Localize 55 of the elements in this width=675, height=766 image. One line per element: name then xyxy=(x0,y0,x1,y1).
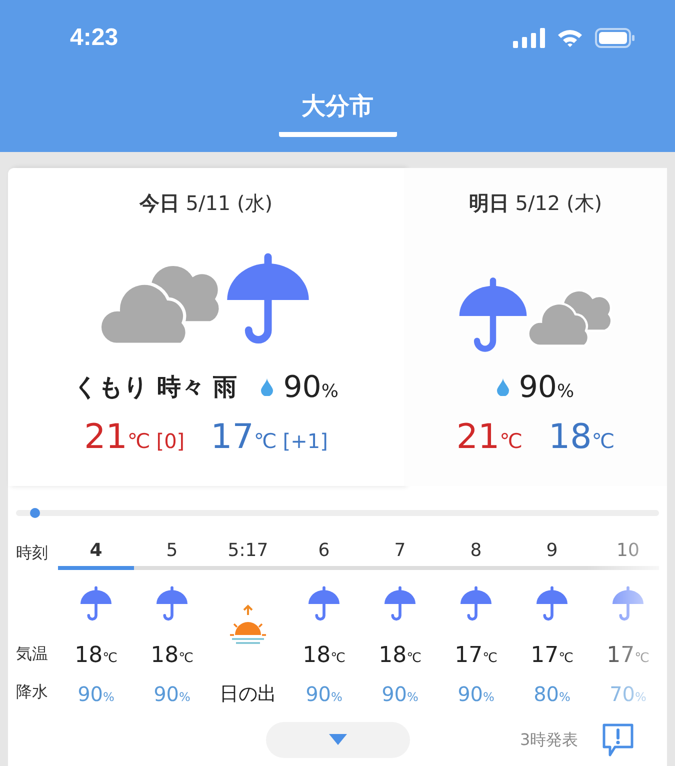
hour-temp: 17℃ xyxy=(454,642,498,670)
row-label: 降水 xyxy=(16,681,49,703)
hour-temp: 18℃ xyxy=(378,642,422,670)
low-diff: [+1] xyxy=(282,429,328,453)
high-temp: 21℃ xyxy=(456,417,522,457)
umbrella-icon xyxy=(383,586,417,622)
low-temp: 18℃ xyxy=(548,417,615,457)
slider-thumb[interactable] xyxy=(30,508,40,518)
weather-text: くもり 時々 雨 xyxy=(73,372,238,403)
hour-temp: 18℃ xyxy=(302,642,346,670)
signal-icon xyxy=(513,28,545,48)
hour-precip: 90% xyxy=(458,681,494,708)
rain-chance: 90% xyxy=(518,370,574,404)
hour-precip: 90% xyxy=(154,681,190,708)
hour-temp: 17℃ xyxy=(606,642,650,670)
timeline-slider[interactable] xyxy=(16,510,659,516)
hour-temp: 18℃ xyxy=(150,642,194,670)
raindrop-icon xyxy=(261,378,274,396)
hour-temp: 18℃ xyxy=(74,642,118,670)
hour-precip: 90% xyxy=(382,681,418,708)
hour-precip: 90% xyxy=(306,681,342,708)
feedback-icon[interactable] xyxy=(600,722,636,758)
row-label: 気温 xyxy=(16,643,49,665)
raindrop-icon xyxy=(496,378,509,396)
day-date: 今日 5/11 (水) xyxy=(139,190,273,217)
hour-precip: 80% xyxy=(534,681,570,708)
hour-tab[interactable]: 6 xyxy=(286,536,362,570)
hour-tab[interactable]: 5:17 xyxy=(210,536,286,570)
hour-precip: 70% xyxy=(610,681,646,708)
caret-icon xyxy=(329,734,347,746)
low-temp: 17℃ xyxy=(210,417,277,457)
umbrella-icon xyxy=(307,586,341,622)
umbrella-icon xyxy=(459,586,493,622)
battery-icon xyxy=(595,28,635,48)
wifi-icon xyxy=(557,28,583,48)
hour-tab[interactable]: 7 xyxy=(362,536,438,570)
hour-tab[interactable]: 8 xyxy=(438,536,514,570)
hour-temp: 17℃ xyxy=(530,642,574,670)
umbrella-icon xyxy=(535,586,569,622)
rain-chance: 90% xyxy=(283,370,338,404)
hour-tab[interactable]: 5 xyxy=(134,536,210,570)
day-date: 明日 5/12 (木) xyxy=(468,190,602,217)
umbrella-icon xyxy=(79,586,113,622)
umbrella-icon xyxy=(611,586,645,622)
umbrella-icon xyxy=(155,586,189,622)
high-diff: [0] xyxy=(156,429,185,453)
hour-tab[interactable]: 4 xyxy=(58,536,134,570)
sunrise-label: 日の出 xyxy=(220,682,276,707)
day-panel[interactable]: 今日 5/11 (水) くもり 時々 雨 90% 21℃ [0] 17℃ [+1] xyxy=(8,168,404,486)
hour-tab[interactable]: 9 xyxy=(514,536,590,570)
status-time: 4:23 xyxy=(70,24,118,52)
row-label: 時刻 xyxy=(16,542,49,564)
issued-time: 3時発表 xyxy=(520,730,578,750)
high-temp: 21℃ xyxy=(84,417,150,457)
hour-precip: 90% xyxy=(78,681,114,708)
